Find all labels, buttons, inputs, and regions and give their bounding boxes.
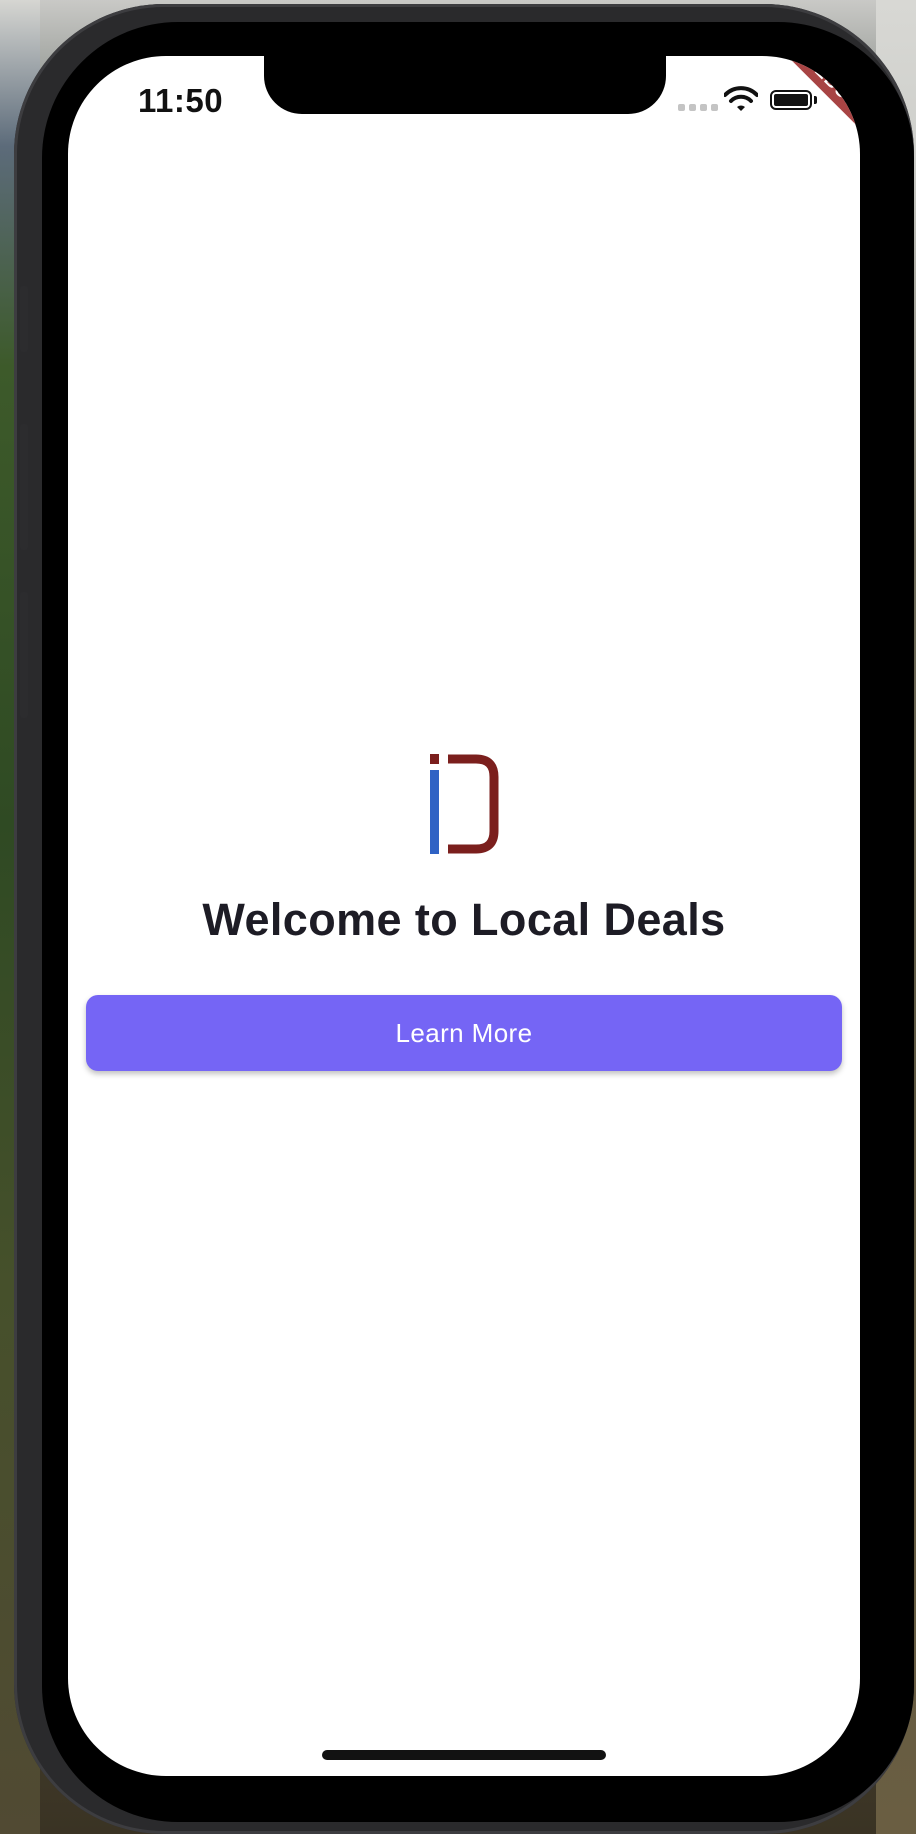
battery-cap <box>814 96 817 104</box>
home-indicator[interactable] <box>322 1750 606 1760</box>
volume-down-button <box>20 592 28 718</box>
status-bar-time: 11:50 <box>138 82 224 119</box>
local-deals-logo-icon <box>430 754 499 854</box>
cellular-signal-icon <box>678 104 718 111</box>
camera-notch <box>264 56 666 114</box>
welcome-title: Welcome to Local Deals <box>202 894 726 945</box>
learn-more-button[interactable]: Learn More <box>86 995 842 1071</box>
app-screen: 11:50 DEBUG Welcome to Local Deals Learn… <box>68 56 860 1776</box>
volume-up-button <box>20 424 28 550</box>
mute-switch <box>20 286 28 352</box>
wifi-icon <box>724 86 758 111</box>
battery-icon <box>770 90 812 110</box>
